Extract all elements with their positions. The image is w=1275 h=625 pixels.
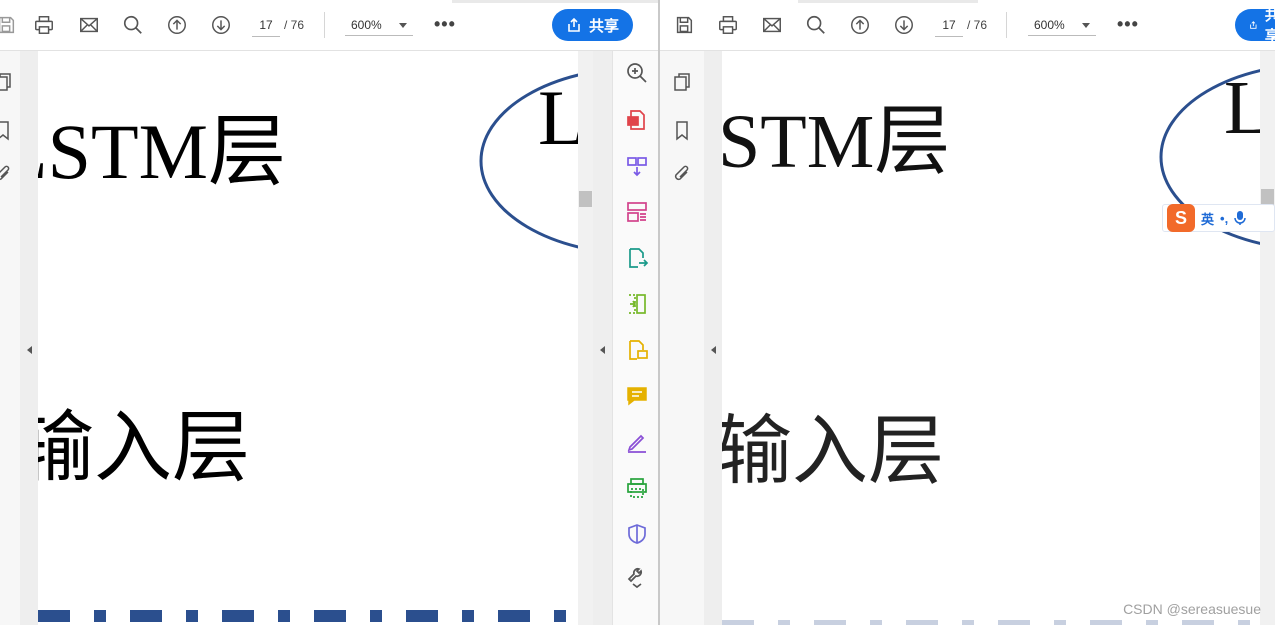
- tab-strip: [798, 0, 978, 3]
- fill-sign-icon[interactable]: [625, 338, 649, 362]
- share-button[interactable]: 共享: [1235, 7, 1275, 45]
- left-navigation-pane: [660, 51, 704, 625]
- tab-strip: [452, 0, 658, 3]
- export-pdf-icon[interactable]: [625, 108, 649, 132]
- vertical-scrollbar[interactable]: [1260, 51, 1275, 625]
- print-icon[interactable]: [32, 13, 56, 37]
- scrollbar-thumb[interactable]: [579, 191, 592, 207]
- protect-icon[interactable]: [625, 522, 649, 546]
- save-icon[interactable]: [0, 13, 18, 37]
- attachment-icon[interactable]: [671, 163, 693, 185]
- chevron-down-icon: [399, 23, 407, 28]
- left-pane-collapse-strip[interactable]: [20, 51, 38, 625]
- zoom-select[interactable]: 600%: [345, 14, 413, 36]
- share-label: 共享: [589, 17, 620, 35]
- ime-toolbar[interactable]: S 英 •,: [1162, 204, 1275, 232]
- more-tools-button[interactable]: •••: [434, 14, 456, 35]
- scrollbar-thumb[interactable]: [1261, 189, 1274, 205]
- more-tools-button[interactable]: •••: [1117, 14, 1139, 35]
- left-navigation-pane: [0, 51, 20, 625]
- page-total: / 76: [284, 18, 305, 32]
- ellipse-letter: L: [538, 74, 578, 161]
- page-down-icon[interactable]: [209, 13, 233, 37]
- bookmark-icon[interactable]: [671, 119, 693, 141]
- dashed-boundary-line: [38, 610, 578, 622]
- right-pane-collapse-strip[interactable]: [593, 51, 612, 625]
- share-label: 共享: [1264, 7, 1275, 45]
- left-viewer-pane: 17 / 76 600% ••• 共享 LSTM层 L 输入层: [0, 0, 658, 625]
- share-button[interactable]: 共享: [552, 9, 634, 41]
- collapse-left-arrow-icon[interactable]: [711, 346, 716, 354]
- create-pdf-icon[interactable]: [625, 154, 649, 178]
- input-layer-label: 输入层: [38, 404, 251, 491]
- chevron-down-icon: [1082, 23, 1090, 28]
- right-viewer-pane: 17 / 76 600% ••• 共享 STM层 L 输入层 S 英 •, CS…: [660, 0, 1275, 625]
- mail-icon[interactable]: [760, 13, 784, 37]
- lstm-layer-label: LSTM层: [38, 108, 287, 195]
- sogou-logo-icon[interactable]: S: [1167, 204, 1195, 232]
- lstm-layer-label: STM层: [722, 100, 951, 184]
- zoom-select[interactable]: 600%: [1028, 14, 1096, 36]
- left-pane-collapse-strip[interactable]: [704, 51, 722, 625]
- watermark: CSDN @sereasuesue: [1123, 601, 1261, 617]
- toolbar-separator: [324, 12, 325, 38]
- print-production-icon[interactable]: [625, 476, 649, 500]
- collapse-right-arrow-icon[interactable]: [600, 346, 605, 354]
- page-up-icon[interactable]: [848, 13, 872, 37]
- toolbar: 17 / 76 600% ••• 共享: [660, 0, 1275, 51]
- tools-icon[interactable]: [625, 565, 649, 589]
- page-up-icon[interactable]: [165, 13, 189, 37]
- zoom-in-icon[interactable]: [625, 61, 649, 85]
- mail-icon[interactable]: [77, 13, 101, 37]
- document-page: STM层 L 输入层: [722, 51, 1260, 625]
- collapse-left-arrow-icon[interactable]: [27, 346, 32, 354]
- sign-icon[interactable]: [625, 430, 649, 454]
- zoom-value: 600%: [1034, 18, 1065, 32]
- organize-pages-icon[interactable]: [625, 200, 649, 224]
- ellipse-letter: L: [1224, 66, 1260, 150]
- tools-pane: [612, 51, 658, 625]
- bookmark-icon[interactable]: [0, 119, 14, 141]
- microphone-icon[interactable]: [1234, 210, 1246, 226]
- comment-icon[interactable]: [625, 384, 649, 408]
- search-icon[interactable]: [121, 13, 145, 37]
- page-number-input[interactable]: 17: [252, 14, 280, 37]
- print-icon[interactable]: [716, 13, 740, 37]
- vertical-scrollbar[interactable]: [578, 51, 593, 625]
- page-number-input[interactable]: 17: [935, 14, 963, 37]
- ime-language-mode[interactable]: 英: [1201, 209, 1214, 228]
- page-down-icon[interactable]: [892, 13, 916, 37]
- ime-punctuation-mode[interactable]: •,: [1220, 211, 1228, 226]
- input-layer-label: 输入层: [722, 410, 944, 494]
- zoom-value: 600%: [351, 18, 382, 32]
- search-icon[interactable]: [804, 13, 828, 37]
- compress-icon[interactable]: [625, 292, 649, 316]
- page-thumbnails-icon[interactable]: [671, 71, 693, 93]
- page-total: / 76: [967, 18, 988, 32]
- attachment-icon[interactable]: [0, 163, 14, 185]
- toolbar: 17 / 76 600% ••• 共享: [0, 0, 658, 51]
- save-icon[interactable]: [672, 13, 696, 37]
- page-thumbnails-icon[interactable]: [0, 71, 14, 93]
- toolbar-separator: [1006, 12, 1007, 38]
- document-page: LSTM层 L 输入层: [38, 51, 578, 625]
- dashed-boundary-line: [722, 620, 1260, 625]
- export-icon[interactable]: [625, 246, 649, 270]
